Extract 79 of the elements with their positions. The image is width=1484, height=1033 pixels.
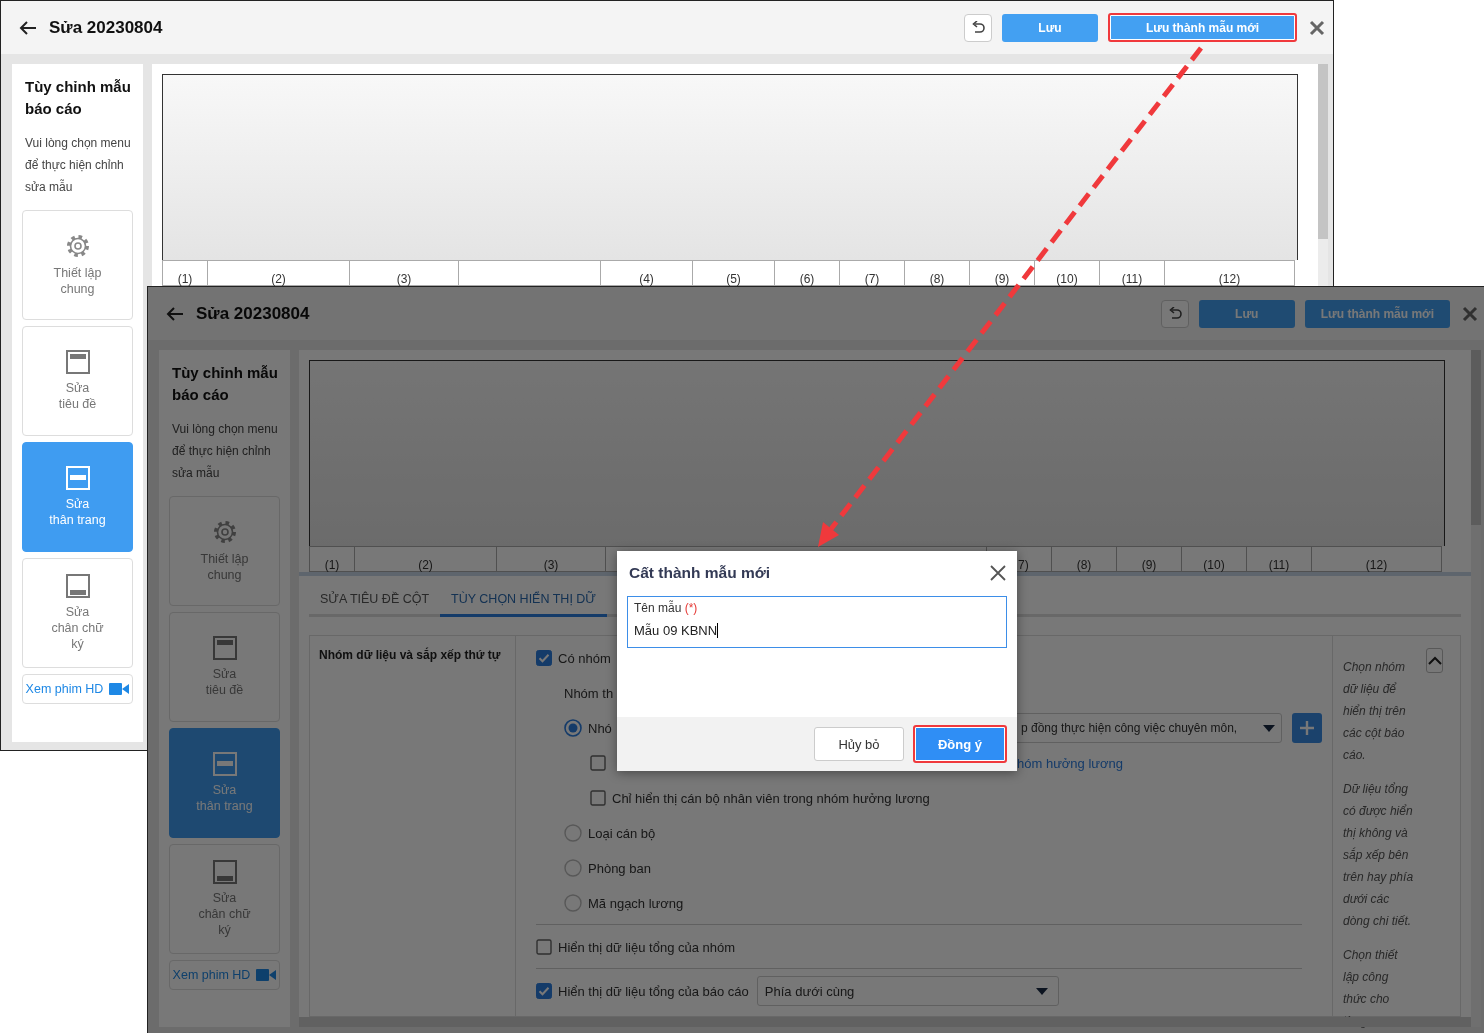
menu-item[interactable]: Thiết lập chung	[169, 496, 280, 606]
menu-item[interactable]: Sửa thân trang	[169, 728, 280, 838]
menu-item[interactable]: Thiết lập chung	[22, 210, 133, 320]
plus-icon	[1299, 720, 1315, 736]
column-header: (12)	[1311, 546, 1442, 572]
gear-icon	[64, 233, 91, 259]
sidebar-hint: Vui lòng chọn menu để thực hiện chỉnh sửa mẫu	[171, 421, 279, 482]
option-label: Có nhóm	[558, 650, 611, 666]
collapse-button[interactable]	[1426, 648, 1443, 673]
sidebar-title: Tùy chỉnh mẫu báo cáo	[171, 363, 279, 405]
header-button[interactable]: Lưu thành mẫu mới	[1304, 299, 1450, 328]
option-label: Phòng ban	[588, 860, 651, 876]
option-label: Chỉ hiển thị cán bộ nhân viên trong nhóm hưởng lương	[612, 790, 930, 806]
section-label: Nhóm dữ liệu và sắp xếp thứ tự	[319, 648, 502, 662]
video-camera-icon	[109, 682, 130, 696]
radio-button[interactable]	[564, 719, 582, 737]
page-icon	[212, 860, 237, 884]
gear-icon	[211, 519, 238, 545]
header-button[interactable]: Lưu thành mẫu mới	[1108, 13, 1297, 42]
help-text: Dữ liệu tổng có được hiển thị không và sắp xếp bên trên hay phía dưới các dòng chi tiết.	[1343, 781, 1414, 930]
checkbox[interactable]	[590, 790, 606, 806]
tab[interactable]: SỬA TIÊU ĐỀ CỘT	[309, 580, 441, 617]
column-header: (2)	[207, 260, 349, 286]
undo-button[interactable]	[964, 13, 992, 42]
radio-button[interactable]	[564, 894, 582, 912]
help-text: Chọn nhóm dữ liệu để hiển thị trên các cột báo cáo.	[1343, 659, 1407, 764]
checkbox[interactable]	[536, 650, 552, 666]
option-label: Hiển thị dữ liệu tổng của báo cáo	[558, 983, 749, 999]
checkbox[interactable]	[536, 939, 552, 955]
sidebar-title: Tùy chỉnh mẫu báo cáo	[24, 77, 132, 119]
menu-item[interactable]: Sửa tiêu đề	[22, 326, 133, 436]
window-title: Sửa 20230804	[196, 303, 310, 324]
field-label: Tên mẫu (*)	[634, 601, 699, 615]
field-value[interactable]: Mẫu 09 KBNN	[634, 623, 1000, 638]
undo-icon	[971, 20, 985, 35]
option-label: Loại cán bộ	[588, 825, 656, 841]
option-link[interactable]: hóm hưởng lương	[1017, 755, 1123, 771]
page-icon	[65, 574, 90, 598]
dialog-button[interactable]: Đồng ý	[913, 725, 1007, 763]
close-icon[interactable]	[989, 564, 1007, 582]
page-icon	[65, 350, 90, 374]
menu-item[interactable]: Sửa chân chữ ký	[22, 558, 133, 668]
window-title: Sửa 20230804	[49, 17, 163, 38]
page-icon	[65, 466, 90, 490]
page-icon	[212, 636, 237, 660]
option-label: Mã ngạch lương	[588, 895, 684, 911]
page-icon	[212, 752, 237, 776]
header-button[interactable]: Lưu	[1002, 13, 1098, 42]
chevron-up-icon	[1427, 656, 1442, 665]
dialog-title: Cất thành mẫu mới	[629, 564, 771, 582]
video-link[interactable]: Xem phim HD	[169, 960, 280, 990]
radio-button[interactable]	[564, 824, 582, 842]
close-icon[interactable]	[1309, 19, 1325, 36]
dialog-button[interactable]: Hủy bỏ	[814, 727, 904, 761]
column-header: (2)	[354, 546, 496, 572]
option-label: Nhóm th	[564, 685, 614, 701]
radio-button[interactable]	[564, 859, 582, 877]
name-field[interactable]: Tên mẫu (*) Mẫu 09 KBNN	[627, 596, 1007, 648]
option-label: Hiển thị dữ liệu tổng của nhóm	[558, 939, 736, 955]
sidebar-hint: Vui lòng chọn menu để thực hiện chỉnh sửa mẫu	[24, 135, 132, 196]
caret-icon	[1263, 724, 1275, 732]
add-button[interactable]	[1292, 713, 1322, 743]
menu-item[interactable]: Sửa chân chữ ký	[169, 844, 280, 954]
caret-icon	[1035, 987, 1048, 995]
video-camera-icon	[256, 968, 277, 982]
menu-item[interactable]: Sửa thân trang	[22, 442, 133, 552]
option-label: Nhó	[588, 720, 612, 736]
vertical-scrollbar[interactable]	[1318, 64, 1328, 286]
dropdown[interactable]: Phía dưới cùng	[756, 976, 1059, 1006]
video-link[interactable]: Xem phim HD	[22, 674, 133, 704]
column-header: (12)	[1164, 260, 1295, 286]
menu-item[interactable]: Sửa tiêu đề	[169, 612, 280, 722]
undo-button[interactable]	[1160, 299, 1189, 328]
header-button[interactable]: Lưu	[1198, 299, 1295, 328]
back-arrow-icon[interactable]	[19, 20, 37, 35]
tab[interactable]: TÙY CHỌN HIỂN THỊ DỮ	[440, 580, 608, 617]
undo-icon	[1167, 306, 1182, 321]
checkbox[interactable]	[536, 983, 552, 999]
checkbox[interactable]	[590, 755, 606, 771]
